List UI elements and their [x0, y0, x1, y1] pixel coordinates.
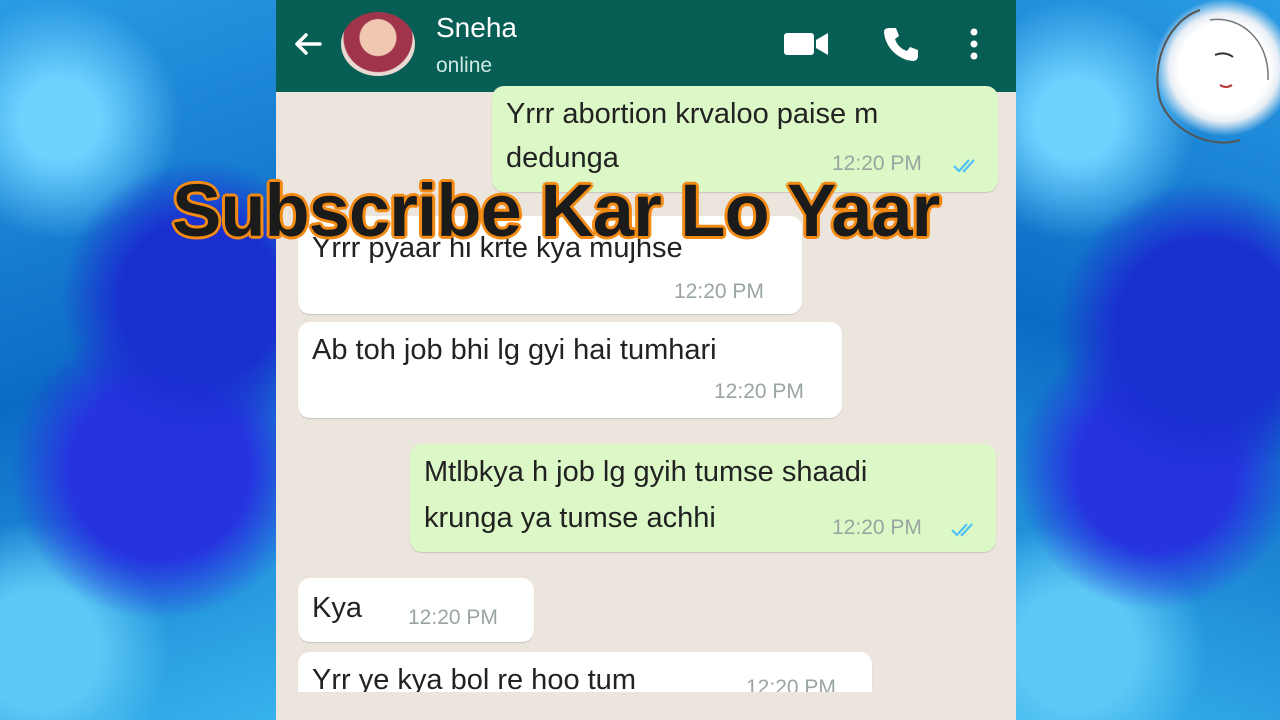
phone-call-icon[interactable] — [880, 24, 920, 64]
contact-name[interactable]: Sneha — [436, 12, 517, 44]
message-time: 12:20 PM — [714, 380, 804, 403]
outgoing-message[interactable]: Mtlbkya h job lg gyih tumse shaadi krung… — [410, 444, 996, 552]
read-ticks-icon — [953, 159, 975, 173]
video-call-icon[interactable] — [782, 28, 830, 60]
incoming-message[interactable]: Kya 12:20 PM — [298, 578, 534, 642]
avatar[interactable] — [341, 12, 415, 76]
message-input-bar[interactable] — [276, 692, 1016, 720]
woman-face-icon — [1140, 0, 1280, 150]
back-arrow-icon[interactable] — [290, 26, 326, 62]
contact-status: online — [436, 54, 493, 77]
message-time: 12:20 PM — [832, 516, 922, 539]
chat-header: Sneha online — [276, 0, 1016, 92]
message-time: 12:20 PM — [408, 606, 498, 629]
message-text: Kya — [312, 592, 362, 624]
read-ticks-icon — [951, 523, 973, 537]
message-time: 12:20 PM — [674, 280, 764, 303]
subscribe-overlay-text: Subscribe Kar Lo Yaar — [172, 169, 940, 252]
incoming-message[interactable]: Ab toh job bhi lg gyi hai tumhari 12:20 … — [298, 322, 842, 418]
message-text-line: krunga ya tumse achhi — [424, 502, 716, 534]
chat-window: Sneha online Yrrr abortion krvaloo paise… — [276, 0, 1016, 720]
message-text-line: Mtlbkya h job lg gyih tumse shaadi — [424, 456, 868, 488]
more-options-icon[interactable] — [966, 24, 982, 64]
message-text-line: Yrrr abortion krvaloo paise m — [506, 98, 879, 130]
background-left — [0, 0, 276, 720]
message-text: Ab toh job bhi lg gyi hai tumhari — [312, 334, 717, 366]
